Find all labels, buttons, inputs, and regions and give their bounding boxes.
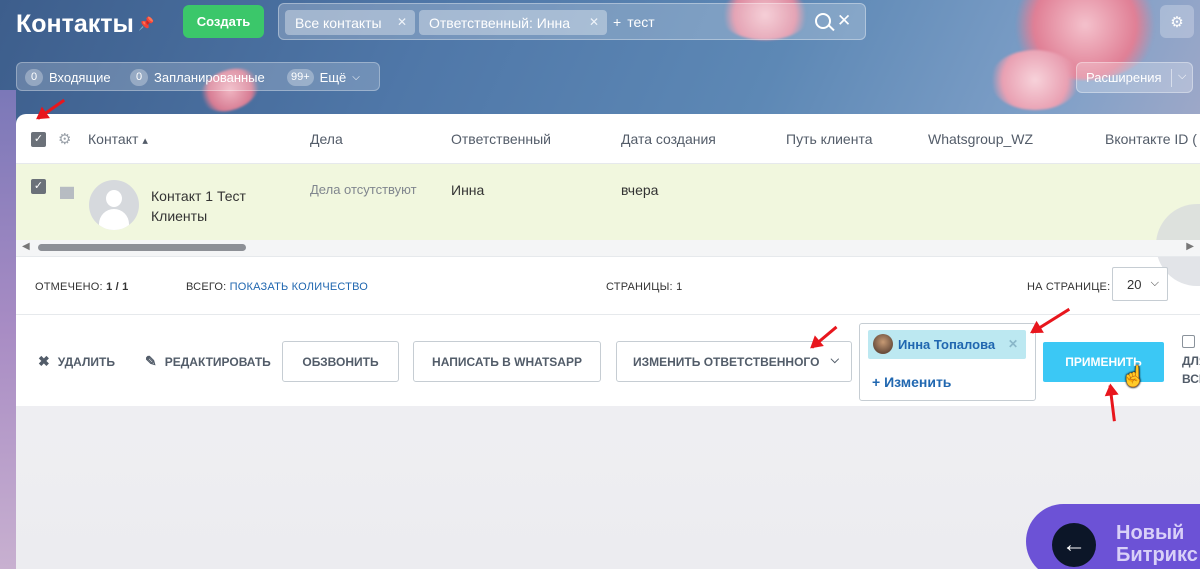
counter-badge: 0 <box>130 69 148 86</box>
total-count: ВСЕГО: ПОКАЗАТЬ КОЛИЧЕСТВО <box>186 281 369 293</box>
grid-footer: ОТМЕЧЕНО: 1 / 1 ВСЕГО: ПОКАЗАТЬ КОЛИЧЕСТ… <box>16 256 1200 314</box>
pencil-icon: ✎ <box>145 353 157 369</box>
show-count-link[interactable]: ПОКАЗАТЬ КОЛИЧЕСТВО <box>230 281 368 293</box>
column-header-vk-id[interactable]: Вконтакте ID ( <box>1105 131 1197 147</box>
counter-badge: 0 <box>25 69 43 86</box>
search-input-value: тест <box>627 14 655 30</box>
counter-incoming[interactable]: 0 Входящие <box>25 69 111 86</box>
column-header-created[interactable]: Дата создания <box>621 131 716 147</box>
per-page-select[interactable]: 20 ⌵ <box>1112 267 1168 301</box>
grid-header: ✓ ⚙ Контакт ▴ Дела Ответственный Дата со… <box>16 114 1200 164</box>
selected-person-chip[interactable]: Инна Топалова ✕ <box>868 330 1026 359</box>
page-title: Контакты <box>16 10 134 38</box>
column-header-whatsgroup[interactable]: Whatsgroup_WZ <box>928 131 1033 147</box>
close-icon[interactable]: ✕ <box>589 15 599 29</box>
divider <box>1171 69 1172 87</box>
avatar <box>89 180 139 230</box>
whatsapp-button[interactable]: НАПИСАТЬ В WHATSAPP <box>413 341 601 382</box>
left-edge-background <box>0 90 16 569</box>
column-header-client-path[interactable]: Путь клиента <box>786 131 873 147</box>
chevron-down-icon: ⌵ <box>1178 70 1187 82</box>
column-header-responsible[interactable]: Ответственный <box>451 131 551 147</box>
gear-icon[interactable]: ⚙ <box>1160 5 1194 38</box>
filter-chip-responsible[interactable]: Ответственный: Инна ✕ <box>419 10 607 35</box>
new-bitrix-promo[interactable]: ← Новый Битрикс <box>1026 504 1200 569</box>
select-all-checkbox[interactable]: ✓ <box>31 132 46 147</box>
call-button[interactable]: ОБЗВОНИТЬ <box>282 341 399 382</box>
responsible-selector[interactable]: Инна Топалова ✕ + Изменить <box>859 323 1036 401</box>
counters-bar: 0 Входящие 0 Запланированные 99+ Ещё ⌵ <box>16 62 380 91</box>
counter-label: Запланированные <box>154 70 265 85</box>
scroll-left-arrow-icon[interactable]: ◀ <box>22 241 30 252</box>
close-icon[interactable]: ✕ <box>397 15 407 29</box>
sort-asc-icon: ▴ <box>142 135 148 147</box>
counter-scheduled[interactable]: 0 Запланированные <box>130 69 265 86</box>
per-page-label: НА СТРАНИЦЕ: <box>1027 281 1111 293</box>
scrollbar-thumb[interactable] <box>38 244 246 251</box>
chevron-down-icon: ⌵ <box>830 354 839 366</box>
mouse-cursor-icon: ☝ <box>1121 366 1146 388</box>
create-button[interactable]: Создать <box>183 5 264 38</box>
search-input[interactable]: + тест <box>613 14 655 30</box>
row-checkbox[interactable]: ✓ <box>31 179 46 194</box>
pin-icon[interactable]: 📌 <box>138 16 154 31</box>
column-settings-icon[interactable]: ⚙ <box>58 130 71 148</box>
promo-line-1: Новый <box>1116 522 1185 544</box>
chevron-down-icon: ⌵ <box>1150 277 1159 289</box>
horizontal-scrollbar[interactable]: ◀ ▶ <box>16 240 1200 256</box>
counter-label: Входящие <box>49 70 111 85</box>
for-all-checkbox[interactable]: ДЛЯ ВСЕ <box>1182 335 1200 388</box>
created-value: вчера <box>621 182 659 198</box>
contact-name-link[interactable]: Контакт 1 Тест <box>151 188 246 204</box>
counter-more[interactable]: 99+ Ещё ⌵ <box>287 69 360 86</box>
filter-chip-label: Все контакты <box>295 14 382 31</box>
extensions-button[interactable]: Расширения ⌵ <box>1076 62 1193 93</box>
counter-badge: 99+ <box>287 69 314 86</box>
contacts-grid: ✓ ⚙ Контакт ▴ Дела Ответственный Дата со… <box>16 114 1200 314</box>
contact-type: Клиенты <box>151 208 208 224</box>
counter-label: Ещё <box>319 70 347 85</box>
selected-count: ОТМЕЧЕНО: 1 / 1 <box>35 281 129 293</box>
responsible-link[interactable]: Инна <box>451 182 484 198</box>
column-header-contact[interactable]: Контакт ▴ <box>88 131 148 147</box>
promo-line-2: Битрикс <box>1116 544 1198 566</box>
search-icon[interactable] <box>815 13 831 29</box>
activities-value: Дела отсутствуют <box>310 182 417 197</box>
close-icon: ✖ <box>38 353 50 369</box>
extensions-label: Расширения <box>1086 70 1162 85</box>
avatar <box>873 334 893 354</box>
clear-icon[interactable]: ✕ <box>837 11 851 31</box>
column-header-activities[interactable]: Дела <box>310 131 343 147</box>
filter-chip-label: Ответственный: Инна <box>429 14 571 31</box>
checkbox[interactable] <box>1182 335 1195 348</box>
edit-action[interactable]: ✎ РЕДАКТИРОВАТЬ <box>145 353 271 370</box>
arrow-left-icon[interactable]: ← <box>1052 523 1096 567</box>
pages-info: СТРАНИЦЫ: 1 <box>606 281 683 293</box>
filter-search-bar[interactable]: Все контакты ✕ Ответственный: Инна ✕ + те… <box>278 3 866 40</box>
change-person-link[interactable]: + Изменить <box>872 374 951 390</box>
close-icon[interactable]: ✕ <box>1008 337 1018 351</box>
group-action-bar: ✖ УДАЛИТЬ ✎ РЕДАКТИРОВАТЬ ОБЗВОНИТЬ НАПИ… <box>16 314 1200 406</box>
table-row[interactable]: ✓ ▬ ▬ ▬ Контакт 1 Тест Клиенты Дела отсутс… <box>16 164 1200 286</box>
background-blossom <box>990 50 1080 110</box>
scroll-right-arrow-icon[interactable]: ▶ <box>1186 241 1194 252</box>
delete-action[interactable]: ✖ УДАЛИТЬ <box>38 353 115 370</box>
chevron-down-icon: ⌵ <box>352 72 360 83</box>
drag-handle-icon[interactable]: ▬ ▬ ▬ <box>60 179 74 201</box>
filter-chip-all-contacts[interactable]: Все контакты ✕ <box>285 10 415 35</box>
